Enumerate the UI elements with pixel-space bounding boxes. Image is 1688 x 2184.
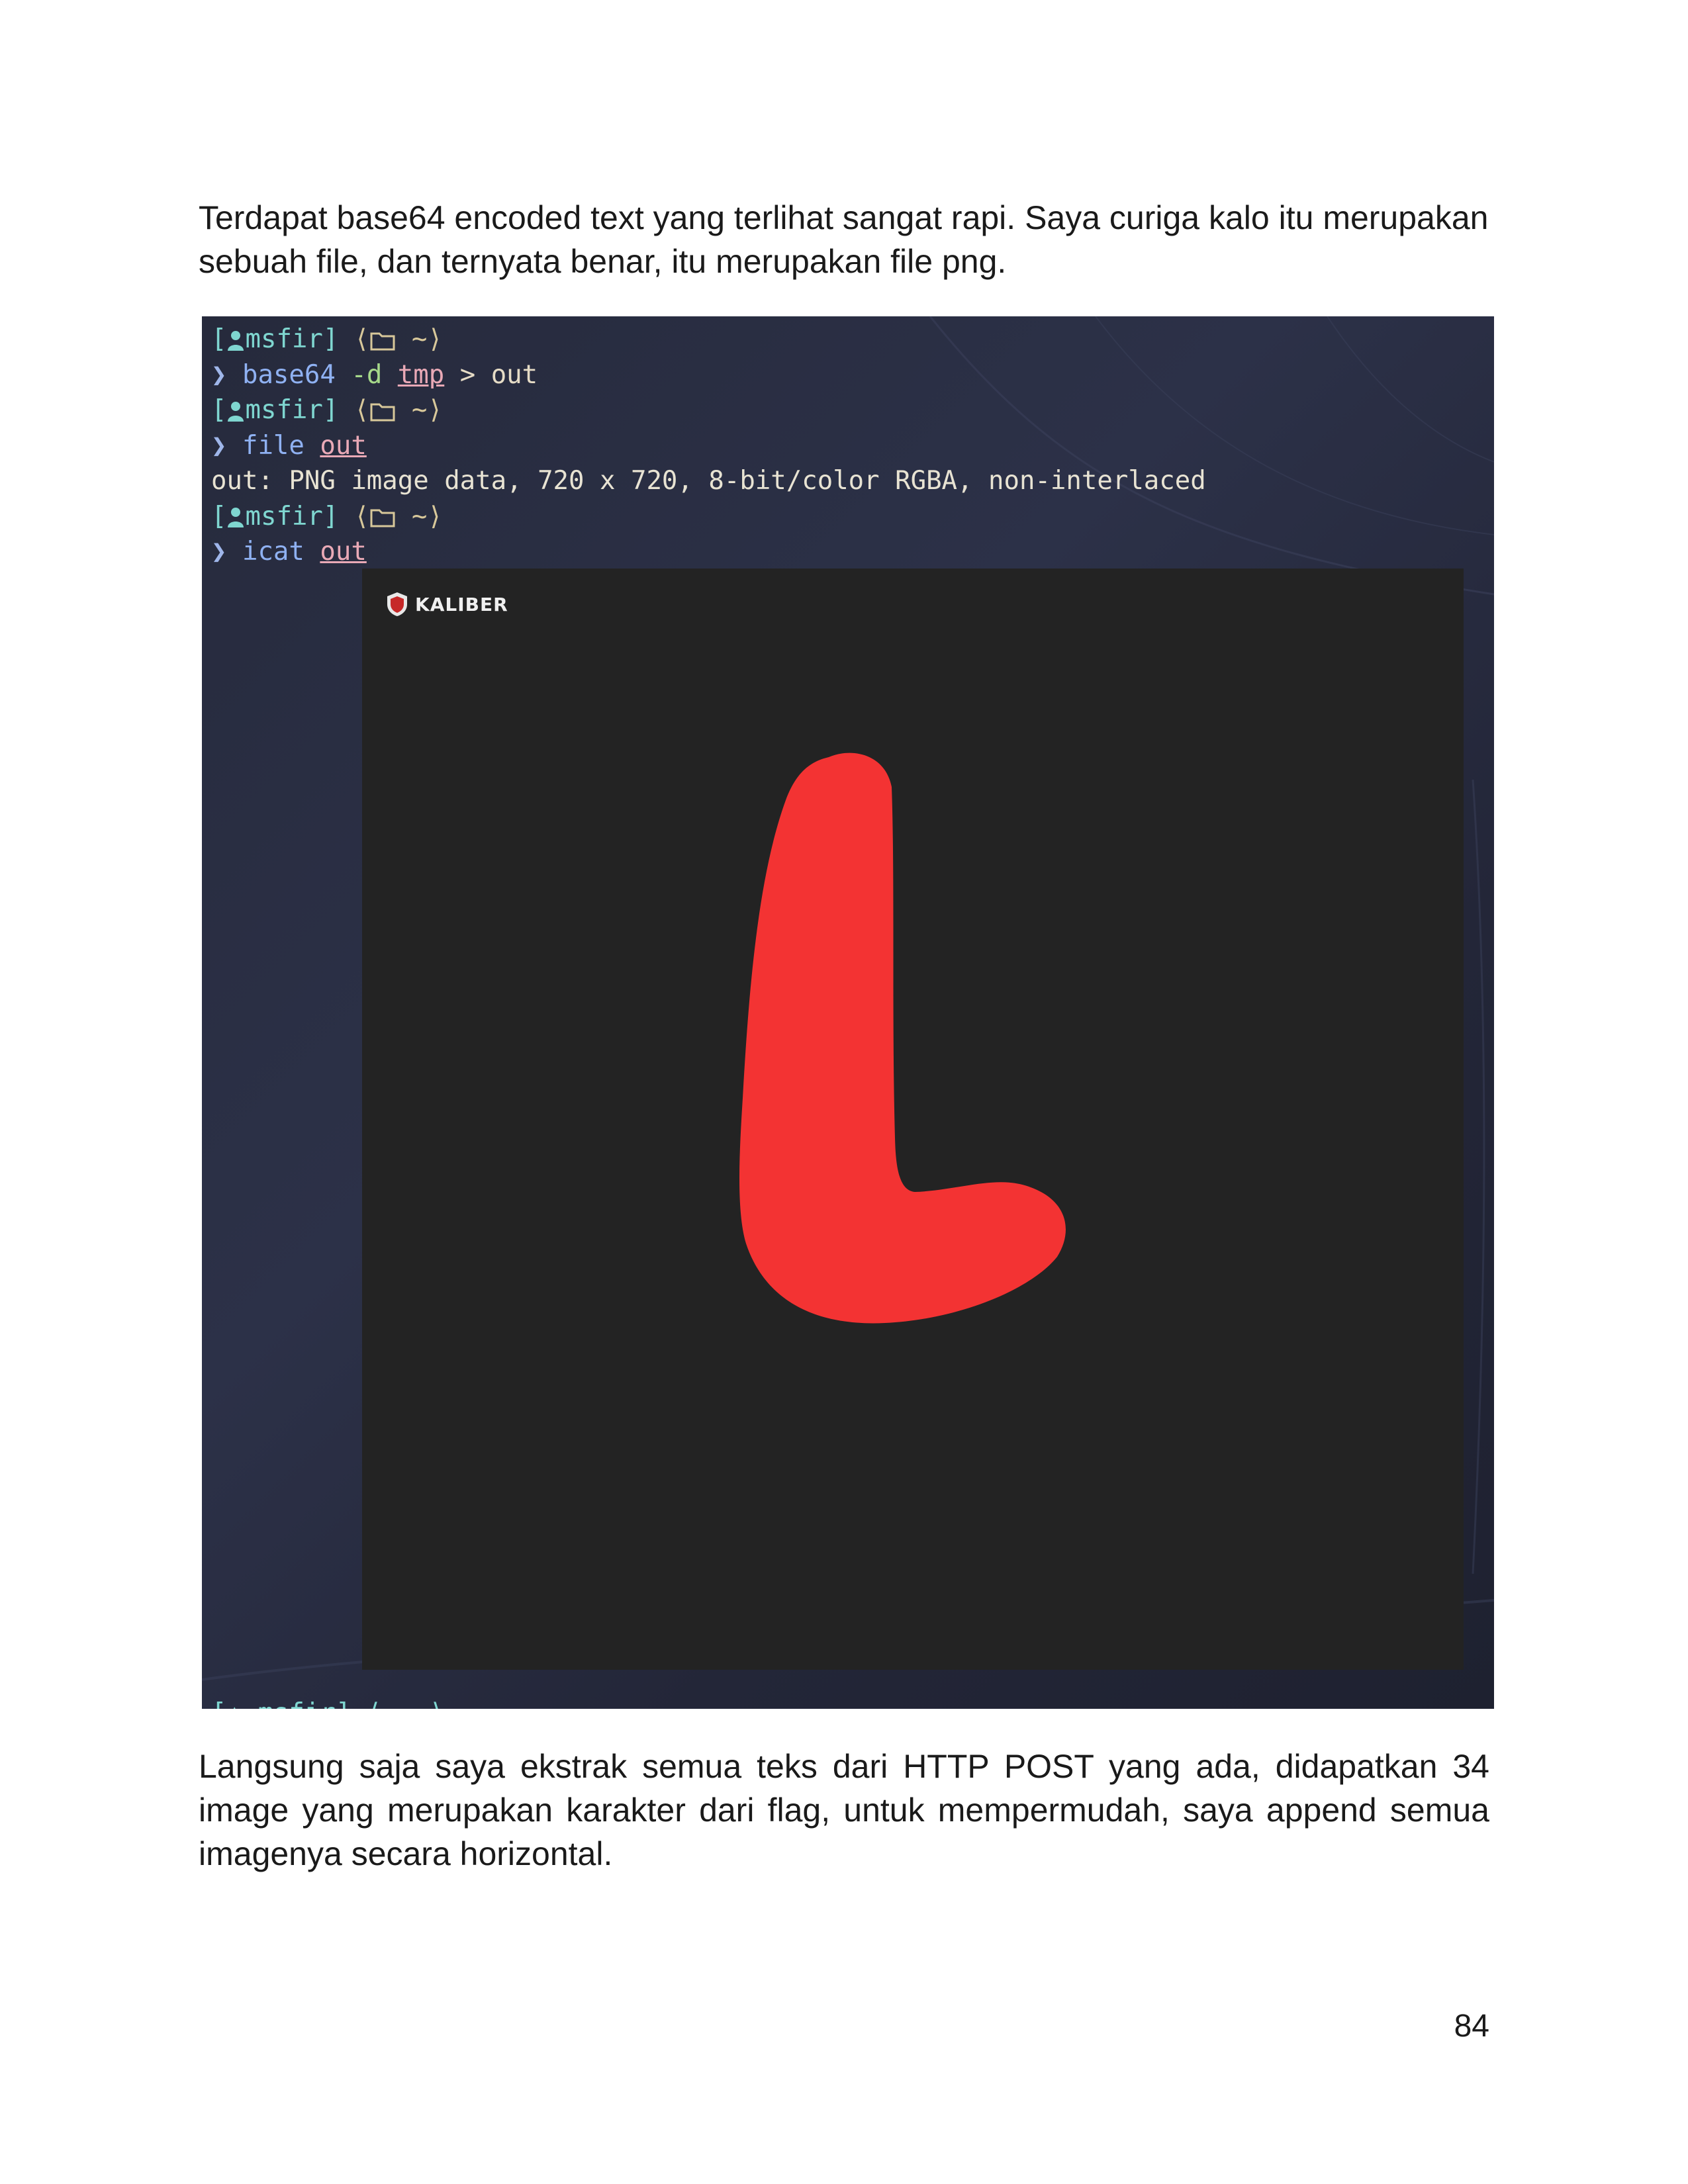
prompt-user: msfir: [245, 324, 323, 354]
folder-icon: [370, 403, 395, 421]
prompt-line: [msfir] ⟨ ~⟩: [211, 324, 443, 354]
paragraph-followup: Langsung saja saya ekstrak semua teks da…: [199, 1748, 1489, 1872]
command-output: out: PNG image data, 720 x 720, 8-bit/co…: [211, 466, 1206, 496]
folder-icon: [370, 332, 395, 350]
partial-prompt-line: [▲ msfir] ⟨▭ ~⟩: [211, 1698, 444, 1709]
png-image-preview: KALIBER: [362, 569, 1464, 1670]
prompt-dir: ~: [411, 324, 428, 354]
command-line: ❯ icat out: [211, 537, 367, 567]
command-line: ❯ file out: [211, 430, 367, 461]
terminal-screenshot: [msfir] ⟨ ~⟩ ❯ base64 -d tmp > out [msfi…: [202, 316, 1494, 1709]
page-number: 84: [1454, 2009, 1489, 2044]
paragraph-intro: Terdapat base64 encoded text yang terlih…: [199, 199, 1489, 280]
command-line: ❯ base64 -d tmp > out: [211, 359, 538, 390]
prompt-line: [msfir] ⟨ ~⟩: [211, 395, 443, 425]
folder-icon: [370, 509, 395, 527]
user-icon: [228, 330, 244, 351]
user-icon: [228, 508, 244, 527]
prompt-line: [msfir] ⟨ ~⟩: [211, 501, 443, 531]
red-letter-l: [739, 752, 1066, 1324]
user-icon: [228, 401, 244, 422]
